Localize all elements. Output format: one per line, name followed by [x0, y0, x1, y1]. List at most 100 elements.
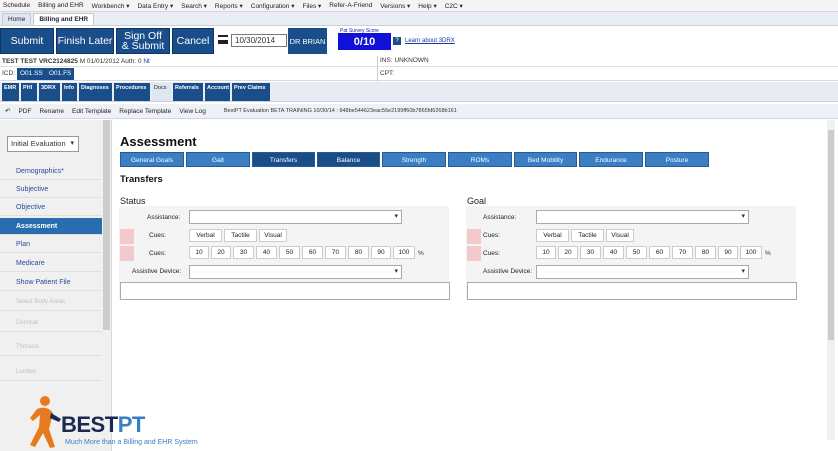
sidebar-item-patient-file[interactable]: Show Patient File [0, 274, 102, 291]
tab-billing-ehr[interactable]: Billing and EHR [33, 13, 95, 25]
cancel-button[interactable]: Cancel [172, 28, 214, 54]
submit-button[interactable]: Submit [0, 28, 54, 54]
status-cue-visual[interactable]: Visual [259, 229, 287, 242]
sidebar-item-assessment[interactable]: Assessment [0, 218, 102, 235]
menu-icon[interactable] [218, 35, 228, 44]
tab-roms[interactable]: ROMs [448, 152, 512, 167]
date-field[interactable]: 10/30/2014 [231, 34, 287, 47]
nav-docs[interactable]: Docs [152, 83, 171, 101]
nav-referrals[interactable]: Referrals [173, 83, 203, 101]
nav-procedures[interactable]: Procedures [114, 83, 150, 101]
menu-data-entry[interactable]: Data Entry ▾ [137, 2, 173, 10]
menu-billing[interactable]: Billing and EHR [38, 2, 84, 9]
tab-general-goals[interactable]: General Goals [120, 152, 184, 167]
menu-c2c[interactable]: C2C ▾ [445, 2, 463, 10]
goal-pct-90[interactable]: 90 [718, 246, 738, 259]
status-assistance-dropdown[interactable] [189, 210, 402, 224]
goal-pct-100[interactable]: 100 [740, 246, 762, 259]
goal-pct-30[interactable]: 30 [580, 246, 601, 259]
insurance: INS: UNKNOWN [380, 57, 429, 64]
tab-endurance[interactable]: Endurance [579, 152, 643, 167]
back-icon[interactable]: ↶ [5, 107, 10, 115]
status-cue-verbal[interactable]: Verbal [189, 229, 222, 242]
status-pct-10[interactable]: 10 [189, 246, 209, 259]
tab-bed-mobility[interactable]: Bed Mobility [514, 152, 577, 167]
goal-assistive-dropdown[interactable] [536, 265, 749, 279]
status-notes-textarea[interactable] [120, 282, 450, 300]
menu-help[interactable]: Help ▾ [418, 2, 436, 10]
menu-search[interactable]: Search ▾ [181, 2, 207, 10]
tab-transfers[interactable]: Transfers [252, 152, 315, 167]
menu-versions[interactable]: Versions ▾ [380, 2, 410, 10]
toolbar-replace-template[interactable]: Replace Template [119, 108, 171, 115]
menu-workbench[interactable]: Workbench ▾ [92, 2, 130, 10]
menu-files[interactable]: Files ▾ [302, 2, 321, 10]
icd-code-2[interactable]: O01.FS [46, 68, 75, 80]
sidebar-item-plan[interactable]: Plan [0, 236, 102, 253]
sidebar-scrollbar[interactable] [103, 120, 110, 330]
status-cue-tactile[interactable]: Tactile [224, 229, 257, 242]
nav-phi[interactable]: PHI [21, 83, 37, 101]
goal-assistance-dropdown[interactable] [536, 210, 749, 224]
tab-posture[interactable]: Posture [645, 152, 709, 167]
sidebar-item-subjective[interactable]: Subjective [0, 181, 102, 198]
goal-pct-20[interactable]: 20 [558, 246, 578, 259]
tab-home[interactable]: Home [2, 13, 32, 25]
tab-strength[interactable]: Strength [382, 152, 446, 167]
goal-cue-tactile[interactable]: Tactile [571, 229, 604, 242]
goal-pct-70[interactable]: 70 [672, 246, 693, 259]
goal-cue-verbal[interactable]: Verbal [536, 229, 569, 242]
menu-configuration[interactable]: Configuration ▾ [251, 2, 295, 10]
sidebar-item-lumbar[interactable]: Lumbar [0, 364, 102, 381]
status-pct-40[interactable]: 40 [256, 246, 277, 259]
status-pct-60[interactable]: 60 [302, 246, 323, 259]
nav-account[interactable]: Account [205, 83, 230, 101]
main-scrollbar[interactable] [827, 120, 835, 440]
nav-prev-claims[interactable]: Prev Claims [232, 83, 270, 101]
nav-emr[interactable]: EMR [2, 83, 19, 101]
tab-balance[interactable]: Balance [317, 152, 380, 167]
scroll-thumb[interactable] [828, 130, 834, 340]
toolbar-view-log[interactable]: View Log [179, 108, 206, 115]
goal-pct-10[interactable]: 10 [536, 246, 556, 259]
patient-auth-link[interactable]: Nt [143, 58, 150, 65]
sign-off-submit-button[interactable]: Sign Off & Submit [116, 28, 170, 54]
nav-info[interactable]: Info [62, 83, 77, 101]
goal-pct-40[interactable]: 40 [603, 246, 624, 259]
logo-best: BEST [61, 412, 118, 437]
status-pct-80[interactable]: 80 [348, 246, 369, 259]
finish-later-button[interactable]: Finish Later [56, 28, 114, 54]
sidebar-item-medicare[interactable]: Medicare [0, 255, 102, 272]
sidebar-item-demographics[interactable]: Demographics* [0, 163, 102, 180]
toolbar-rename[interactable]: Rename [39, 108, 64, 115]
tab-gait[interactable]: Gait [186, 152, 250, 167]
status-pct-70[interactable]: 70 [325, 246, 346, 259]
provider-button[interactable]: DR BRIAN [288, 28, 327, 54]
nav-diagnoses[interactable]: Diagnoses [79, 83, 112, 101]
learn-link[interactable]: Learn about 3DRX [405, 38, 455, 44]
sidebar-item-objective[interactable]: Objective [0, 199, 102, 216]
survey-score: 0/10 [338, 33, 391, 50]
sidebar-item-thoracic[interactable]: Thoracic [0, 339, 102, 356]
goal-pct-50[interactable]: 50 [626, 246, 647, 259]
goal-notes-textarea[interactable] [467, 282, 797, 300]
toolbar-edit-template[interactable]: Edit Template [72, 108, 111, 115]
goal-pct-80[interactable]: 80 [695, 246, 716, 259]
menu-schedule[interactable]: Schedule [3, 2, 30, 9]
menu-refer[interactable]: Refer-A-Friend [329, 2, 372, 9]
evaluation-select[interactable]: Initial Evaluation [7, 136, 79, 152]
goal-pct-60[interactable]: 60 [649, 246, 670, 259]
toolbar-pdf[interactable]: PDF [18, 108, 31, 115]
menu-reports[interactable]: Reports ▾ [215, 2, 243, 10]
status-pct-30[interactable]: 30 [233, 246, 254, 259]
icd-code-1[interactable]: O01.SS [17, 68, 46, 80]
sidebar-item-cervical[interactable]: Cervical [0, 315, 102, 332]
status-pct-90[interactable]: 90 [371, 246, 391, 259]
help-icon[interactable]: ? [393, 37, 401, 45]
status-pct-100[interactable]: 100 [393, 246, 415, 259]
status-pct-50[interactable]: 50 [279, 246, 300, 259]
nav-3drx[interactable]: 3DRX [39, 83, 60, 101]
status-pct-20[interactable]: 20 [211, 246, 231, 259]
goal-cue-visual[interactable]: Visual [606, 229, 634, 242]
status-assistive-dropdown[interactable] [189, 265, 402, 279]
